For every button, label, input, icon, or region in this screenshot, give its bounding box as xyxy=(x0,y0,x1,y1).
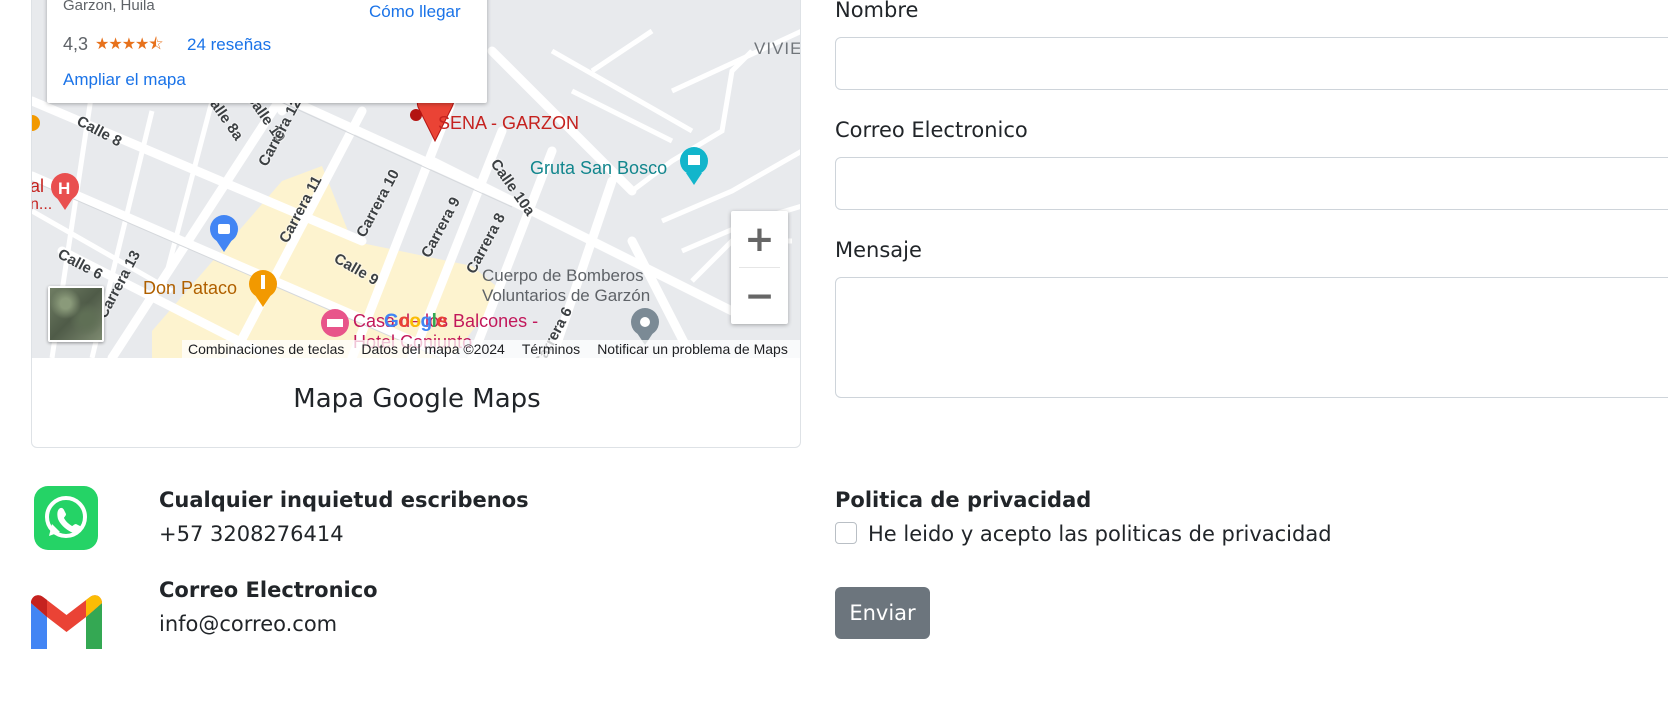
report-problem-link[interactable]: Notificar un problema de Maps xyxy=(597,341,788,357)
privacy-title: Politica de privacidad xyxy=(835,488,1092,512)
map-card: H Calle 8 Calle 8a Calle 10 Carrera 12 C… xyxy=(31,0,801,448)
map-view[interactable]: H Calle 8 Calle 8a Calle 10 Carrera 12 C… xyxy=(32,0,801,358)
zoom-out-button[interactable]: − xyxy=(731,268,788,324)
gmail-icon xyxy=(31,595,102,649)
google-logo-letter: e xyxy=(436,311,447,332)
name-label: Nombre xyxy=(835,0,919,22)
place-rating: 4,3 xyxy=(63,34,89,54)
place-info-card: Garzon, Huila Cómo llegar 4,3 ★★★★⯪ 24 r… xyxy=(47,0,487,103)
reviews-link[interactable]: 24 reseñas xyxy=(187,35,271,55)
place-location: Garzon, Huila xyxy=(63,0,155,14)
hospital-label[interactable]: al xyxy=(32,176,44,197)
google-logo: Google xyxy=(384,311,447,333)
name-input[interactable] xyxy=(835,37,1668,90)
satellite-toggle-button[interactable] xyxy=(48,286,104,342)
bomberos-label-line1[interactable]: Cuerpo de Bomberos xyxy=(482,266,644,286)
directions-link[interactable]: Cómo llegar xyxy=(369,2,461,22)
keyboard-shortcuts-link[interactable]: Combinaciones de teclas xyxy=(188,341,344,357)
svg-text:H: H xyxy=(58,179,70,198)
email-contact-value[interactable]: info@correo.com xyxy=(159,612,337,636)
district-label: VIVIE xyxy=(754,39,801,58)
zoom-in-button[interactable]: + xyxy=(731,211,788,267)
rating-stars-icon: ★★★★⯪ xyxy=(95,36,164,53)
email-label: Correo Electronico xyxy=(835,118,1028,142)
google-logo-letter: g xyxy=(420,311,433,332)
message-label: Mensaje xyxy=(835,238,922,262)
whatsapp-icon xyxy=(34,486,98,550)
terms-link[interactable]: Términos xyxy=(522,341,580,357)
hospital-label[interactable]: n... xyxy=(32,196,52,214)
map-attribution-bar: Combinaciones de teclas Datos del mapa ©… xyxy=(182,340,800,358)
email-contact-title: Correo Electronico xyxy=(159,578,378,602)
submit-button[interactable]: Enviar xyxy=(835,587,930,639)
don-pataco-label[interactable]: Don Pataco xyxy=(143,278,237,299)
whatsapp-number[interactable]: +57 3208276414 xyxy=(159,522,344,546)
enlarge-map-link[interactable]: Ampliar el mapa xyxy=(63,70,186,90)
google-logo-letter: G xyxy=(384,311,399,332)
privacy-checkbox-label[interactable]: He leido y acepto las politicas de priva… xyxy=(868,522,1332,546)
google-logo-letter: o xyxy=(398,311,410,332)
whatsapp-title: Cualquier inquietud escribenos xyxy=(159,488,529,512)
message-textarea[interactable] xyxy=(835,277,1668,398)
map-data-text: Datos del mapa ©2024 xyxy=(361,341,505,357)
map-caption: Mapa Google Maps xyxy=(293,384,541,414)
sena-garzon-label[interactable]: SENA - GARZON xyxy=(438,113,579,134)
google-logo-letter: o xyxy=(409,311,421,332)
bomberos-label-line2[interactable]: Voluntarios de Garzón xyxy=(482,286,650,306)
gruta-san-bosco-label[interactable]: Gruta San Bosco xyxy=(530,158,667,179)
email-input[interactable] xyxy=(835,157,1668,210)
zoom-controls: + − xyxy=(731,211,788,324)
privacy-checkbox[interactable] xyxy=(835,522,857,544)
